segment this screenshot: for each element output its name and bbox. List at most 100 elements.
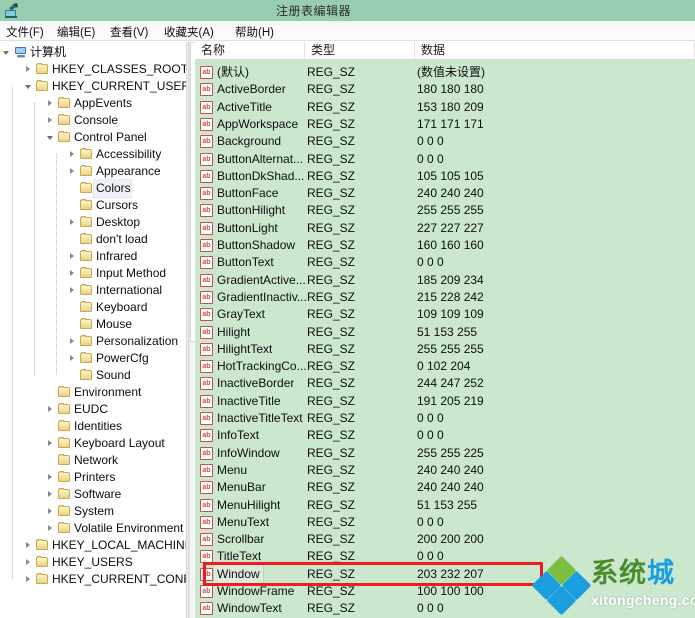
table-row[interactable]: ab ButtonDkShad... REG_SZ 105 105 105 (195, 167, 695, 186)
tree-item-colors[interactable]: Colors (68, 179, 132, 198)
chevron-right-icon[interactable] (68, 214, 79, 231)
table-row[interactable]: ab ButtonShadow REG_SZ 160 160 160 (195, 236, 695, 255)
chevron-right-icon[interactable] (46, 95, 57, 112)
value-name-cell: ButtonFace (217, 186, 279, 201)
chevron-right-icon[interactable] (46, 486, 57, 503)
tree-item-desktop[interactable]: Desktop (68, 214, 140, 231)
chevron-right-icon[interactable] (46, 401, 57, 418)
tree-item-hkey-current-user[interactable]: HKEY_CURRENT_USER (24, 78, 186, 95)
table-row[interactable]: ab Scrollbar REG_SZ 200 200 200 (195, 530, 695, 549)
registry-tree-pane[interactable]: 计算机 HKEY_CLASSES_ROOT HKEY_CURRENT_USER App… (0, 42, 186, 618)
chevron-down-icon[interactable] (24, 78, 35, 95)
tree-item-system[interactable]: System (46, 503, 114, 520)
tree-item-hkey-current-config[interactable]: HKEY_CURRENT_CONFIG (24, 571, 186, 588)
tree-item-printers[interactable]: Printers (46, 469, 115, 486)
table-row[interactable]: ab InfoText REG_SZ 0 0 0 (195, 426, 695, 445)
tree-item-powercfg[interactable]: PowerCfg (68, 350, 149, 367)
table-row[interactable]: ab (默认) REG_SZ (数值未设置) (195, 63, 695, 82)
table-row[interactable]: ab AppWorkspace REG_SZ 171 171 171 (195, 115, 695, 134)
tree-item-control-panel[interactable]: Control Panel (46, 129, 147, 146)
table-row[interactable]: ab GradientInactiv... REG_SZ 215 228 242 (195, 288, 695, 307)
table-row[interactable]: ab MenuHilight REG_SZ 51 153 255 (195, 496, 695, 515)
tree-item-accessibility[interactable]: Accessibility (68, 146, 161, 163)
chevron-right-icon[interactable] (68, 146, 79, 163)
table-row[interactable]: ab Menu REG_SZ 240 240 240 (195, 461, 695, 480)
tree-item-identities[interactable]: Identities (46, 418, 122, 435)
folder-glyph (58, 437, 70, 448)
chevron-right-icon[interactable] (68, 282, 79, 299)
tree-item-eudc[interactable]: EUDC (46, 401, 108, 418)
chevron-right-icon[interactable] (24, 571, 35, 588)
table-row[interactable]: ab ButtonAlternat... REG_SZ 0 0 0 (195, 150, 695, 169)
tree-item-cursors[interactable]: Cursors (68, 197, 138, 214)
chevron-right-icon[interactable] (46, 469, 57, 486)
tree-item-hkey-classes-root[interactable]: HKEY_CLASSES_ROOT (24, 61, 186, 78)
table-row[interactable]: ab ButtonHilight REG_SZ 255 255 255 (195, 201, 695, 220)
ab-string-icon: ab (200, 533, 213, 547)
tree-item-keyboard[interactable]: Keyboard (68, 299, 147, 316)
tree-item-personalization[interactable]: Personalization (68, 333, 178, 350)
tree-item-input-method[interactable]: Input Method (68, 265, 166, 282)
table-row[interactable]: ab ActiveTitle REG_SZ 153 180 209 (195, 98, 695, 117)
tree-item-software[interactable]: Software (46, 486, 121, 503)
table-row[interactable]: ab Background REG_SZ 0 0 0 (195, 132, 695, 151)
tree-item-mouse[interactable]: Mouse (68, 316, 132, 333)
chevron-right-icon[interactable] (46, 112, 57, 129)
table-row[interactable]: ab HotTrackingCo... REG_SZ 0 102 204 (195, 357, 695, 376)
chevron-right-icon[interactable] (46, 435, 57, 452)
tree-item-[interactable]: 计算机 (2, 44, 66, 61)
ab-string-icon: ab (200, 342, 213, 356)
table-row[interactable]: ab InactiveTitleText REG_SZ 0 0 0 (195, 409, 695, 428)
tree-item-hkey-users[interactable]: HKEY_USERS (24, 554, 133, 571)
table-row[interactable]: ab GradientActive... REG_SZ 185 209 234 (195, 271, 695, 290)
menu-item-1[interactable]: 编辑(E) (57, 26, 95, 40)
tree-item-appevents[interactable]: AppEvents (46, 95, 132, 112)
column-header-1[interactable]: 类型 (305, 42, 415, 59)
chevron-right-icon[interactable] (46, 520, 57, 537)
table-row[interactable]: ab MenuBar REG_SZ 240 240 240 (195, 478, 695, 497)
tree-item-volatile-environment[interactable]: Volatile Environment (46, 520, 183, 537)
chevron-right-icon[interactable] (24, 61, 35, 78)
tree-item-infrared[interactable]: Infrared (68, 248, 137, 265)
table-row[interactable]: ab GrayText REG_SZ 109 109 109 (195, 305, 695, 324)
menu-item-2[interactable]: 查看(V) (110, 26, 148, 40)
table-row[interactable]: ab InfoWindow REG_SZ 255 255 225 (195, 444, 695, 463)
table-row[interactable]: ab InactiveBorder REG_SZ 244 247 252 (195, 374, 695, 393)
menu-item-4[interactable]: 帮助(H) (235, 26, 274, 40)
menu-item-0[interactable]: 文件(F) (6, 26, 44, 40)
tree-item-don-t-load[interactable]: don't load (68, 231, 148, 248)
chevron-down-icon[interactable] (2, 44, 13, 61)
table-row[interactable]: ab InactiveTitle REG_SZ 191 205 219 (195, 392, 695, 411)
table-row[interactable]: ab ButtonFace REG_SZ 240 240 240 (195, 184, 695, 203)
tree-item-console[interactable]: Console (46, 112, 118, 129)
tree-item-keyboard-layout[interactable]: Keyboard Layout (46, 435, 165, 452)
folder-glyph (36, 556, 48, 567)
ab-string-icon: ab (200, 602, 213, 616)
menu-item-3[interactable]: 收藏夹(A) (164, 26, 214, 40)
tree-item-environment[interactable]: Environment (46, 384, 141, 401)
chevron-right-icon[interactable] (68, 163, 79, 180)
chevron-right-icon[interactable] (24, 537, 35, 554)
registry-values-pane[interactable]: 名称 类型 数据 ab (默认) REG_SZ (数值未设置) ab ActiveBorder… (195, 42, 695, 618)
table-row[interactable]: ab ActiveBorder REG_SZ 180 180 180 (195, 80, 695, 99)
chevron-right-icon[interactable] (68, 265, 79, 282)
chevron-right-icon[interactable] (68, 333, 79, 350)
tree-item-appearance[interactable]: Appearance (68, 163, 161, 180)
chevron-right-icon[interactable] (24, 554, 35, 571)
chevron-right-icon[interactable] (68, 350, 79, 367)
tree-item-label: HKEY_CURRENT_CONFIG (52, 572, 186, 586)
table-row[interactable]: ab ButtonText REG_SZ 0 0 0 (195, 253, 695, 272)
tree-item-network[interactable]: Network (46, 452, 118, 469)
table-row[interactable]: ab ButtonLight REG_SZ 227 227 227 (195, 219, 695, 238)
table-row[interactable]: ab HilightText REG_SZ 255 255 255 (195, 340, 695, 359)
chevron-down-icon[interactable] (46, 129, 57, 146)
table-row[interactable]: ab MenuText REG_SZ 0 0 0 (195, 513, 695, 532)
tree-item-international[interactable]: International (68, 282, 162, 299)
chevron-right-icon[interactable] (68, 248, 79, 265)
column-header-0[interactable]: 名称 (195, 42, 305, 59)
column-header-2[interactable]: 数据 (415, 42, 695, 59)
table-row[interactable]: ab Hilight REG_SZ 51 153 255 (195, 323, 695, 342)
chevron-right-icon[interactable] (46, 503, 57, 520)
tree-item-sound[interactable]: Sound (68, 367, 131, 384)
tree-item-hkey-local-machine[interactable]: HKEY_LOCAL_MACHINE (24, 537, 186, 554)
